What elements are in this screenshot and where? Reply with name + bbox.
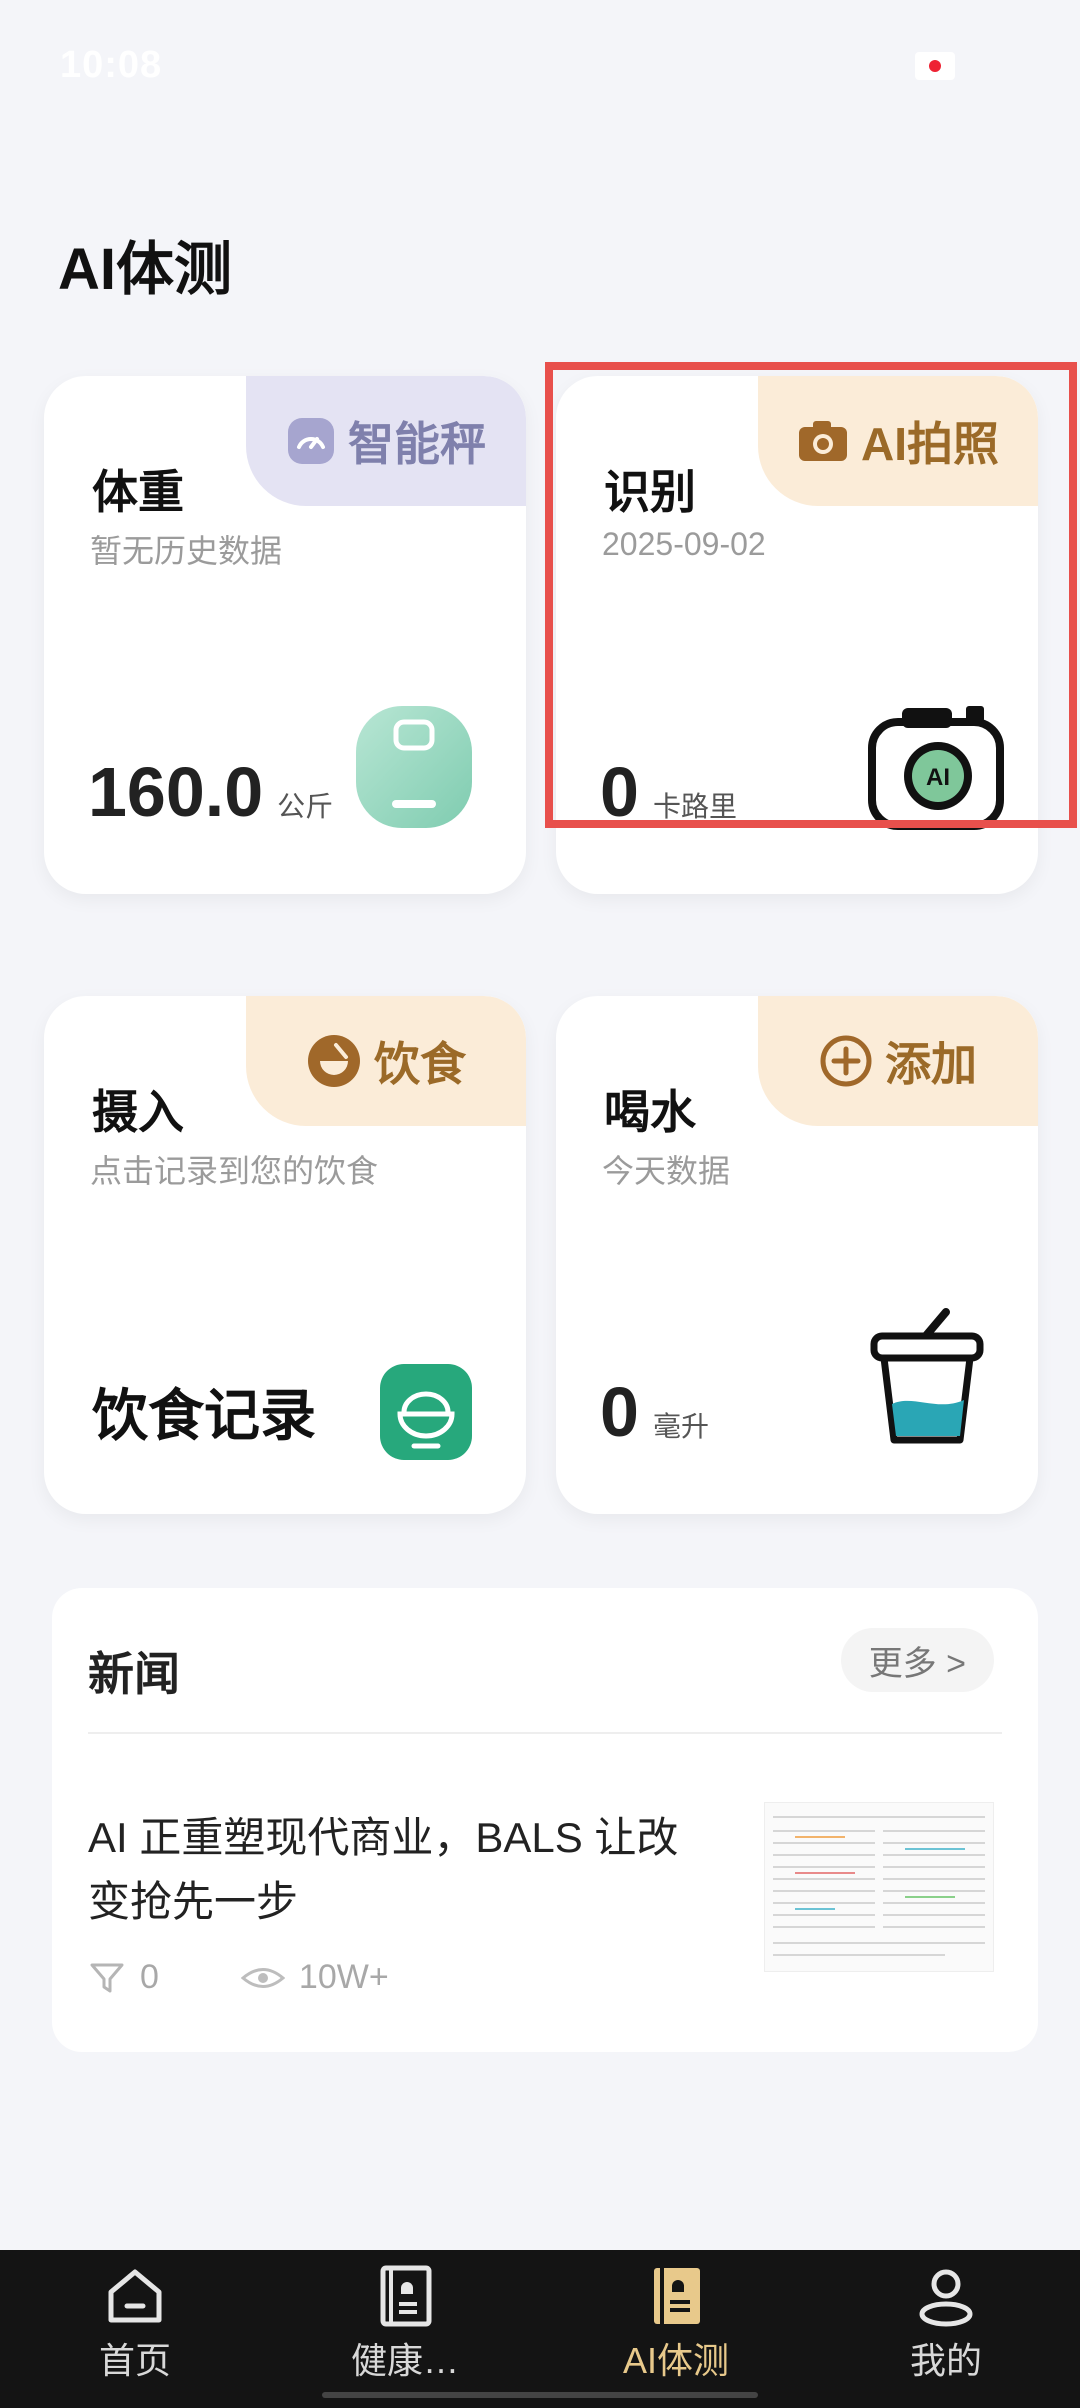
add-water-label: 添加	[885, 1038, 977, 1090]
news-headline[interactable]: AI 正重塑现代商业，BALS 让改变抢先一步	[88, 1806, 708, 1934]
bottom-tab-bar: 首页 健康… AI体测 我的	[0, 2250, 1080, 2408]
water-title: 喝水	[604, 1086, 696, 1138]
diet-record-label[interactable]: 饮食记录	[92, 1371, 316, 1452]
tab-profile-label: 我的	[909, 2340, 982, 2381]
news-views: 10W+	[298, 1958, 389, 1996]
weight-unit: 公斤	[277, 791, 334, 822]
status-time: 10:08	[60, 44, 163, 86]
water-value: 0	[600, 1373, 639, 1451]
smart-scale-label: 智能秤	[348, 418, 486, 470]
gauge-icon	[288, 418, 334, 464]
intake-card[interactable]: 饮食 摄入 点击记录到您的饮食 饮食记录	[44, 996, 526, 1514]
weight-value-group: 160.0 公斤	[88, 752, 333, 832]
diet-label: 饮食	[374, 1038, 466, 1090]
water-subtitle: 今天数据	[602, 1153, 731, 1189]
drink-cup-icon	[870, 1308, 984, 1444]
tab-ai-test[interactable]: AI体测	[576, 2264, 776, 2404]
eye-icon	[240, 1967, 285, 1988]
scale-icon	[356, 706, 472, 828]
weight-subtitle: 暂无历史数据	[90, 533, 283, 569]
status-bar: 10:08	[0, 0, 1080, 120]
tab-health-label: 健康…	[350, 2340, 459, 2381]
tab-home-label: 首页	[98, 2340, 171, 2381]
news-thumbnail[interactable]	[764, 1802, 994, 1972]
weight-card[interactable]: 智能秤 体重 暂无历史数据 160.0 公斤	[44, 376, 526, 894]
tab-home[interactable]: 首页	[35, 2264, 235, 2404]
plus-circle-icon	[820, 1035, 872, 1087]
news-more-button[interactable]: 更多 >	[840, 1628, 994, 1692]
highlight-box	[545, 362, 1077, 828]
home-icon	[108, 2269, 162, 2323]
filter-icon	[90, 1963, 124, 1992]
divider	[88, 1732, 1002, 1734]
intake-subtitle: 点击记录到您的饮食	[90, 1153, 379, 1189]
page-title: AI体测	[58, 237, 233, 302]
rice-bowl-icon	[380, 1364, 472, 1460]
notification-indicator-icon	[915, 52, 955, 80]
weight-value: 160.0	[88, 753, 264, 831]
news-header: 新闻	[88, 1648, 180, 1700]
news-likes: 0	[140, 1958, 159, 1996]
intake-title: 摄入	[92, 1086, 184, 1138]
bowl-icon	[308, 1035, 360, 1087]
tab-ai-test-label: AI体测	[622, 2340, 729, 2381]
weight-title: 体重	[92, 466, 184, 518]
health-book-icon	[380, 2265, 432, 2327]
tab-profile[interactable]: 我的	[846, 2264, 1046, 2404]
news-section: 新闻 更多 > AI 正重塑现代商业，BALS 让改变抢先一步 0 10W+	[52, 1588, 1038, 2052]
water-card[interactable]: 添加 喝水 今天数据 0 毫升	[556, 996, 1038, 1514]
gesture-bar	[322, 2392, 758, 2398]
smart-scale-tab[interactable]: 智能秤	[246, 376, 526, 506]
water-unit: 毫升	[652, 1411, 709, 1442]
tab-health[interactable]: 健康…	[305, 2264, 505, 2404]
ai-test-icon	[654, 2268, 700, 2324]
news-meta: 0 10W+	[88, 1958, 389, 1997]
profile-icon	[919, 2269, 973, 2327]
diet-tab[interactable]: 饮食	[246, 996, 526, 1126]
add-water-tab[interactable]: 添加	[758, 996, 1038, 1126]
water-value-group: 0 毫升	[600, 1372, 709, 1452]
